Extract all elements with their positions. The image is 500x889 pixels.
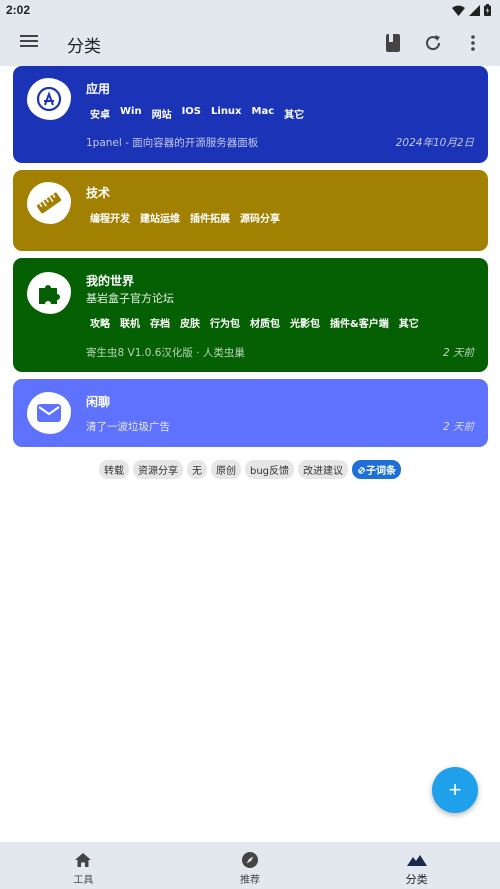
category-card-chat[interactable]: 闲聊 清了一波垃圾广告 2 天前 [13,379,488,447]
chip[interactable]: 转载 [98,460,129,479]
plus-icon: + [448,777,462,802]
app-store-icon [27,78,71,120]
tag[interactable]: 安卓 [90,106,110,121]
book-icon[interactable] [382,32,404,54]
chip[interactable]: 无 [186,460,207,479]
chip-label: 子词条 [366,466,397,477]
page-title: 分类 [67,37,101,57]
tag[interactable]: IOS [182,106,201,121]
latest-post-time: 2 天前 [442,347,474,359]
refresh-icon[interactable] [422,32,444,54]
tag[interactable]: 建站运维 [140,210,180,225]
chip-sub-entries[interactable]: 子词条 [352,460,402,479]
chip[interactable]: 原创 [210,460,241,479]
app-bar-actions [382,32,484,54]
tag[interactable]: 其它 [399,315,419,330]
latest-post-title[interactable]: 1panel - 面向容器的开源服务器面板 [86,135,258,150]
nav-item-recommend[interactable]: 推荐 [167,842,334,889]
tag[interactable]: Linux [211,106,242,121]
wifi-icon [452,1,465,20]
mail-icon [27,392,71,434]
tag[interactable]: 存档 [150,315,170,330]
tag[interactable]: 攻略 [90,315,110,330]
tag-row: 编程开发 建站运维 插件拓展 源码分享 [90,210,280,225]
card-title: 闲聊 [86,395,111,409]
tag[interactable]: 联机 [120,315,140,330]
compass-icon [240,851,260,869]
menu-icon[interactable] [20,33,40,53]
latest-post-time: 2 天前 [442,421,474,433]
ruler-icon [27,182,71,224]
add-post-button[interactable]: + [432,767,478,813]
card-title: 我的世界 [86,274,135,288]
nav-label: 推荐 [240,875,260,886]
tag-chips: 转载 资源分享 无 原创 bug反馈 改进建议 子词条 [0,460,500,479]
latest-post-title[interactable]: 寄生虫8 V1.0.6汉化版 · 人类虫巢 [86,345,245,360]
tag[interactable]: Win [120,106,142,121]
nav-label: 工具 [73,875,94,886]
chip[interactable]: bug反馈 [244,460,295,479]
tag[interactable]: 插件拓展 [190,210,230,225]
nav-item-category[interactable]: 分类 [333,842,500,889]
tag[interactable]: Mac [252,106,275,121]
category-card-minecraft[interactable]: 我的世界 基岩盒子官方论坛 攻略 联机 存档 皮肤 行为包 材质包 光影包 插件… [13,258,488,372]
tag[interactable]: 编程开发 [90,210,130,225]
tag[interactable]: 光影包 [290,315,320,330]
tag[interactable]: 其它 [284,106,304,121]
battery-icon [484,1,491,20]
status-time: 2:02 [6,3,31,17]
status-bar: 2:02 [0,0,500,20]
tag[interactable]: 插件&客户端 [330,315,389,330]
tag-row: 攻略 联机 存档 皮肤 行为包 材质包 光影包 插件&客户端 其它 [90,315,419,330]
tag[interactable]: 网站 [152,106,172,121]
tag[interactable]: 皮肤 [180,315,200,330]
mountain-icon [406,851,427,869]
signal-icon [469,1,480,20]
puzzle-icon [27,272,71,314]
bottom-nav: 工具 推荐 分类 [0,842,500,889]
latest-post-time: 2024年10月2日 [395,137,474,149]
tag[interactable]: 行为包 [210,315,240,330]
chip[interactable]: 资源分享 [132,460,183,479]
tag[interactable]: 源码分享 [240,210,280,225]
card-subtitle: 基岩盒子官方论坛 [86,292,174,305]
nav-item-tools[interactable]: 工具 [0,842,167,889]
nav-label: 分类 [405,873,428,886]
more-vert-icon[interactable] [462,32,484,54]
link-icon [358,467,365,474]
tag[interactable]: 材质包 [250,315,280,330]
latest-post-title[interactable]: 清了一波垃圾广告 [86,419,170,434]
app-bar: 分类 [0,20,500,66]
home-icon [73,851,93,869]
chip[interactable]: 改进建议 [298,460,349,479]
category-card-apps[interactable]: 应用 安卓 Win 网站 IOS Linux Mac 其它 1panel - 面… [13,66,488,163]
category-card-tech[interactable]: 技术 编程开发 建站运维 插件拓展 源码分享 [13,170,488,251]
status-icons [452,1,491,20]
card-title: 应用 [86,82,111,96]
tag-row: 安卓 Win 网站 IOS Linux Mac 其它 [90,106,304,121]
card-title: 技术 [86,186,111,200]
